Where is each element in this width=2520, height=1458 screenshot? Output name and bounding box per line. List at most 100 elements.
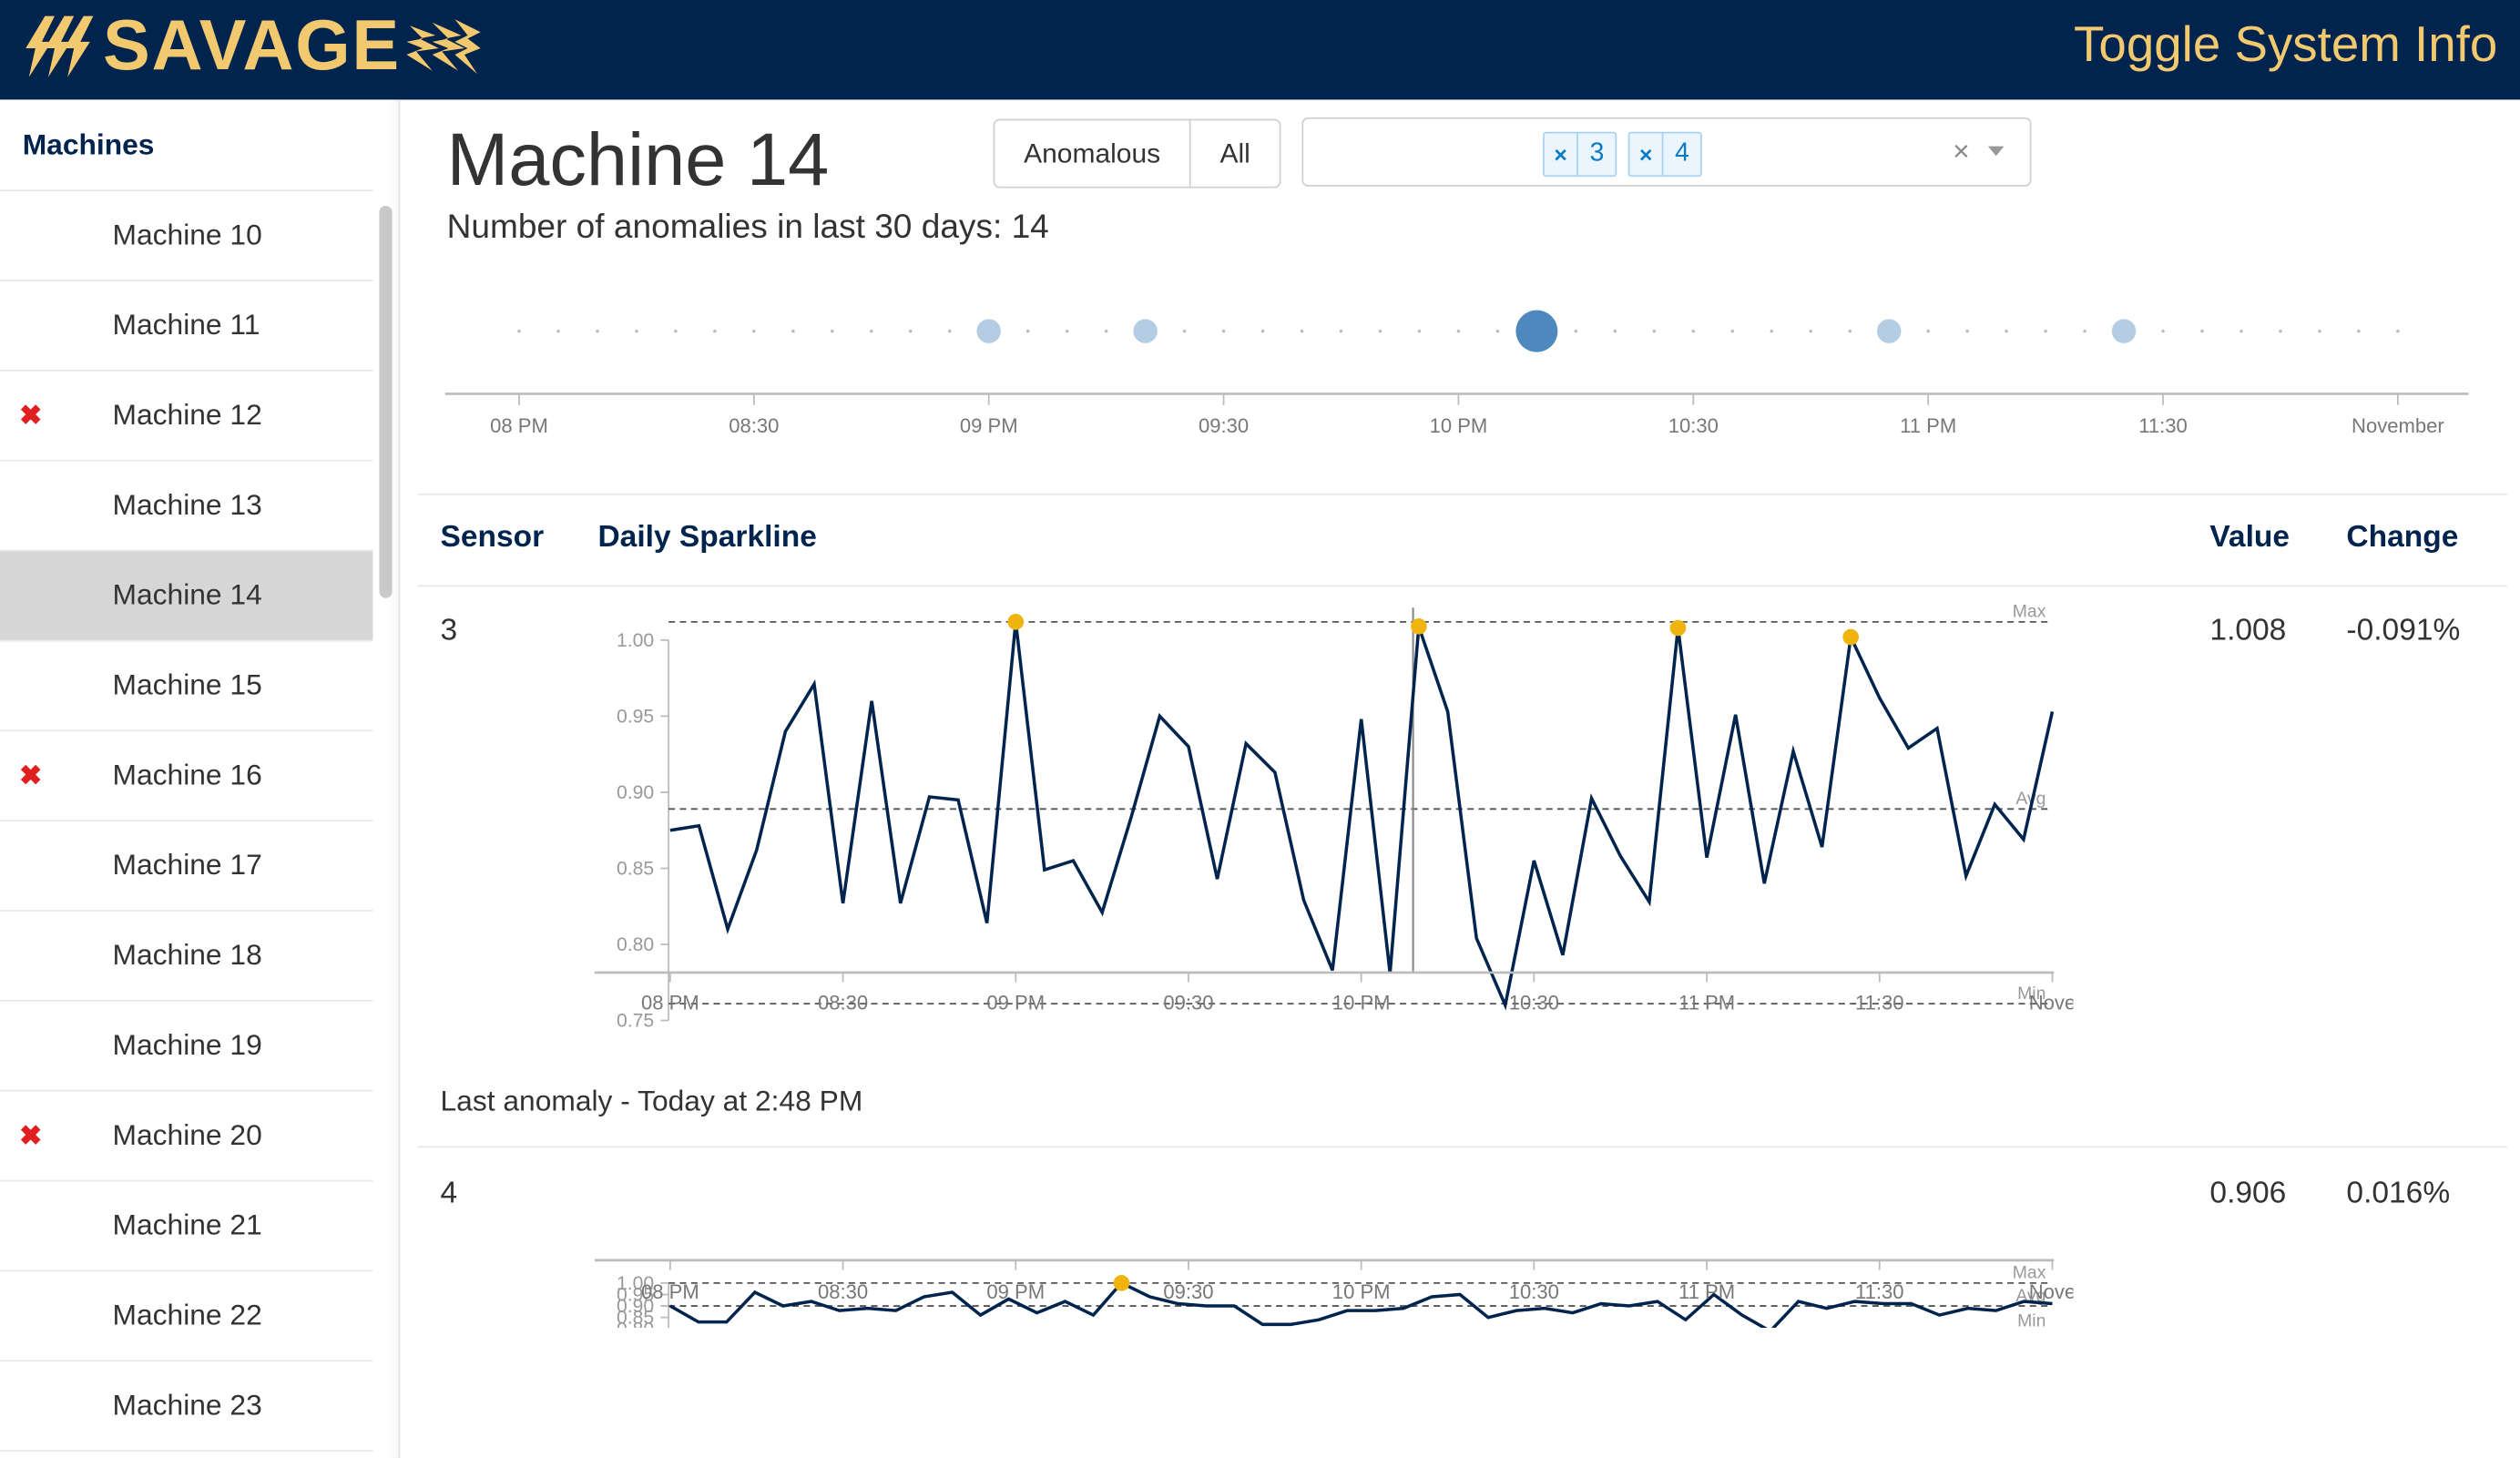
x-tick-label: 08 PM — [641, 1280, 699, 1303]
sidebar-item-label: Machine 15 — [112, 668, 262, 701]
timeline-dot — [908, 329, 913, 333]
x-tick-label: 11 PM — [1678, 1280, 1735, 1303]
timeline-dot — [831, 329, 834, 333]
series-line — [669, 621, 2055, 1011]
lightning-right-icon — [406, 19, 482, 75]
sidebar-item-machine[interactable]: Machine 19 — [0, 1002, 373, 1092]
timeline-dot — [1300, 329, 1304, 333]
timeline-dot — [2005, 329, 2008, 333]
all-filter-button[interactable]: All — [1190, 120, 1280, 187]
y-tick-label: 0.95 — [617, 706, 654, 727]
anomaly-marker — [1876, 319, 1902, 343]
x-tick-label: 08 PM — [490, 414, 548, 437]
sidebar-item-machine[interactable]: Machine 21 — [0, 1181, 373, 1272]
x-tick-label: 11 PM — [1900, 414, 1956, 437]
x-tick-label: 09 PM — [960, 414, 1018, 437]
divider — [417, 493, 2507, 495]
x-tick-label: 10:30 — [1668, 414, 1719, 437]
sensor-4-sparkline[interactable]: 1.000.950.900.850.800.75MaxAvgMin08 PM08… — [578, 1167, 2073, 1329]
sensor-tag: × 3 — [1543, 131, 1617, 178]
timeline-dot — [674, 329, 678, 333]
sidebar-item-machine[interactable]: Machine 15 — [0, 641, 373, 732]
timeline-dot — [1770, 329, 1774, 333]
anomaly-marker — [2111, 319, 2137, 343]
timeline-dot — [2357, 329, 2361, 333]
sidebar-item-machine[interactable]: ✖ Machine 16 — [0, 731, 373, 821]
timeline-dot — [1456, 329, 1461, 333]
sidebar-item-label: Machine 18 — [112, 938, 262, 972]
sensor-id: 3 — [440, 614, 458, 648]
sensor-multiselect[interactable]: × 3 × 4 × — [1301, 117, 2032, 187]
anomaly-point — [1113, 1275, 1130, 1291]
sidebar-item-label: Machine 14 — [112, 578, 262, 611]
timeline-dot — [596, 329, 599, 333]
sidebar-item-label: Machine 23 — [112, 1389, 262, 1422]
anomaly-marker — [1133, 319, 1158, 343]
anomalous-filter-button[interactable]: Anomalous — [995, 120, 1191, 187]
x-tick-label: 08:30 — [729, 414, 779, 437]
clear-selection-icon[interactable]: × — [1953, 135, 1970, 168]
filter-toggle: Anomalous All — [993, 118, 1281, 189]
sidebar-item-machine[interactable]: Machine 14 — [0, 551, 373, 642]
timeline-dot — [1652, 329, 1657, 333]
sidebar-item-machine[interactable]: Machine 13 — [0, 462, 373, 552]
sidebar-item-label: Machine 12 — [112, 398, 262, 432]
sidebar-item-machine[interactable]: ✖ Machine 20 — [0, 1092, 373, 1182]
divider — [417, 1146, 2507, 1148]
anomaly-x-icon: ✖ — [19, 400, 43, 432]
anomaly-x-icon: ✖ — [19, 760, 43, 791]
timeline-dot — [1809, 329, 1812, 333]
sidebar-item-machine[interactable]: ✖ Machine 12 — [0, 372, 373, 462]
timeline-dot — [1848, 329, 1852, 333]
sidebar-item-machine[interactable]: Machine 10 — [0, 191, 373, 281]
main-content: Machine 14 Number of anomalies in last 3… — [417, 99, 2507, 1458]
sidebar-scrollbar[interactable] — [379, 205, 393, 598]
sidebar-item-label: Machine 21 — [112, 1208, 262, 1241]
anomaly-point — [1007, 614, 1025, 630]
x-tick-label: 10:30 — [1509, 992, 1559, 1014]
timeline-dot — [1730, 329, 1735, 333]
machine-list: Machine 10 Machine 11 ✖ Machine 12 Machine 1… — [0, 191, 399, 1452]
x-tick-label: Nove — [2029, 992, 2074, 1014]
y-tick-label: 0.85 — [617, 859, 654, 880]
timeline-dot — [1613, 329, 1617, 333]
x-tick-label: 09:30 — [1163, 992, 1213, 1014]
timeline-dot — [1495, 329, 1500, 333]
sensor-change: 0.016% — [2346, 1177, 2451, 1211]
sensor-header: Sensor — [440, 520, 545, 555]
timeline-dot — [791, 329, 795, 333]
brand-logo[interactable]: SAVAGE — [23, 6, 482, 87]
sidebar-item-machine[interactable]: Machine 11 — [0, 281, 373, 372]
sensor-3-sparkline[interactable]: 1.000.950.900.850.800.75MaxAvgMin08 PM 08… — [578, 601, 2073, 1035]
timeline-dot — [1691, 329, 1696, 333]
anomaly-timeline-chart: 08 PM 08:30 09 PM 09:30 10 PM 10:30 11 PM 11:30… — [444, 310, 2469, 437]
sidebar-item-machine[interactable]: Machine 18 — [0, 912, 373, 1002]
brand-name: SAVAGE — [102, 6, 401, 86]
sidebar-item-label: Machine 16 — [112, 759, 262, 791]
timeline-dot — [1339, 329, 1343, 333]
timeline-dot — [2239, 329, 2243, 333]
sidebar-item-machine[interactable]: Machine 17 — [0, 821, 373, 912]
reference-label-max: Max — [2013, 602, 2046, 622]
sidebar-item-label: Machine 22 — [112, 1299, 262, 1331]
x-tick-label: 09:30 — [1199, 414, 1249, 437]
timeline-dot — [2161, 329, 2165, 333]
sidebar-item-machine[interactable]: Machine 22 — [0, 1271, 373, 1362]
change-header: Change — [2346, 520, 2459, 555]
x-tick-label: 10 PM — [1430, 414, 1488, 437]
remove-tag-icon[interactable]: × — [1545, 133, 1579, 176]
sidebar-item-label: Machine 10 — [112, 219, 262, 251]
sensor-tag: × 4 — [1627, 131, 1702, 178]
sidebar-item-machine[interactable]: Machine 23 — [0, 1361, 373, 1452]
x-tick-label: 09 PM — [986, 992, 1045, 1014]
remove-tag-icon[interactable]: × — [1629, 133, 1664, 176]
dropdown-caret-icon[interactable] — [1987, 146, 2005, 157]
sidebar: Machines Machine 10 Machine 11 ✖ Machine 12… — [0, 99, 401, 1458]
reference-label-min: Min — [2017, 1311, 2046, 1329]
toggle-system-info-link[interactable]: Toggle System Info — [2074, 16, 2497, 75]
x-tick-label: Nove — [2029, 1280, 2074, 1303]
timeline-dot — [1926, 329, 1930, 333]
anomaly-marker — [976, 319, 1001, 343]
timeline-dot — [870, 329, 873, 333]
x-tick-label: 08:30 — [818, 1280, 868, 1303]
